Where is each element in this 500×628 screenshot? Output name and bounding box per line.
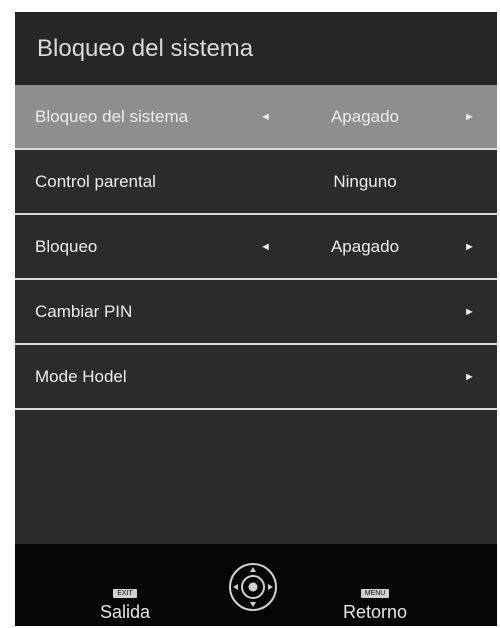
menu-list: Bloqueo del sistema ◄ Apagado ► Control … <box>15 85 497 410</box>
menu-key-tag: MENU <box>360 589 390 598</box>
menu-item-value: Apagado <box>330 106 400 126</box>
arrow-right-icon[interactable]: ► <box>464 306 475 318</box>
exit-key-tag: EXIT <box>113 589 137 598</box>
menu-item-mode-hodel[interactable]: Mode Hodel ► <box>15 345 497 410</box>
menu-item-label: Bloqueo <box>35 236 98 256</box>
arrow-left-icon[interactable]: ◄ <box>260 241 271 253</box>
dpad-icon-graphic <box>229 563 277 611</box>
menu-item-bloqueo-del-sistema[interactable]: Bloqueo del sistema ◄ Apagado ► <box>15 85 497 150</box>
menu-item-bloqueo[interactable]: Bloqueo ◄ Apagado ► <box>15 215 497 280</box>
menu-item-value: Ninguno <box>333 171 397 191</box>
menu-item-cambiar-pin[interactable]: Cambiar PIN ► <box>15 280 497 345</box>
return-button[interactable]: MENU Retorno <box>330 582 420 623</box>
menu-item-label: Control parental <box>35 171 156 191</box>
page-title: Bloqueo del sistema <box>37 34 254 62</box>
arrow-right-icon[interactable]: ► <box>464 111 475 123</box>
return-label: Retorno <box>342 602 408 622</box>
exit-button[interactable]: EXIT Salida <box>95 582 155 623</box>
menu-header: Bloqueo del sistema <box>15 12 497 85</box>
menu-item-label: Bloqueo del sistema <box>35 106 189 126</box>
arrow-right-icon[interactable]: ► <box>464 241 475 253</box>
footer-bar: EXIT Salida MENU Retorno <box>15 544 497 626</box>
dpad-icon <box>228 562 278 612</box>
menu-item-control-parental[interactable]: Control parental Ninguno <box>15 150 497 215</box>
tv-menu-screen: Bloqueo del sistema Bloqueo del sistema … <box>15 12 497 626</box>
menu-item-value: Apagado <box>330 236 400 256</box>
arrow-left-icon[interactable]: ◄ <box>260 111 271 123</box>
arrow-right-icon[interactable]: ► <box>464 371 475 383</box>
menu-item-label: Mode Hodel <box>35 366 127 386</box>
menu-item-label: Cambiar PIN <box>35 301 133 321</box>
exit-label: Salida <box>99 602 151 622</box>
